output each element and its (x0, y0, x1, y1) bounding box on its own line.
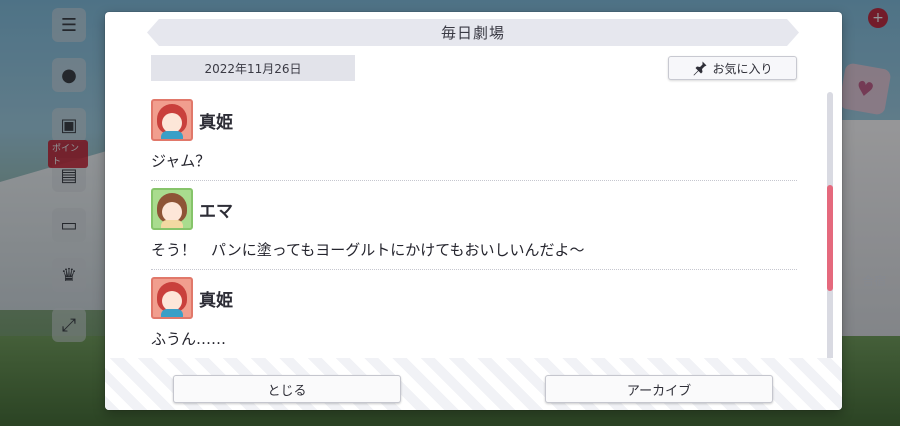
conversation-list[interactable]: 真姫 ジャム？ エマ そう！ パンに塗ってもヨーグルトにかけてもおいしいんだよ～… (151, 98, 797, 370)
close-button[interactable]: とじる (173, 375, 401, 403)
date-label: 2022年11月26日 (151, 55, 355, 81)
avatar (151, 99, 193, 141)
favorite-button[interactable]: お気に入り (668, 56, 797, 80)
message-text: そう！ パンに塗ってもヨーグルトにかけてもおいしいんだよ～ (151, 241, 585, 259)
speaker-row: エマ (151, 187, 797, 231)
speaker-name: エマ (199, 201, 233, 222)
dialog-title-bar: 毎日劇場 (147, 19, 799, 46)
speaker-row: 真姫 (151, 98, 797, 142)
scrollbar-thumb[interactable] (827, 185, 833, 291)
speaker-row: 真姫 (151, 276, 797, 320)
message-item: 真姫 ジャム？ (151, 98, 797, 181)
favorite-label: お気に入り (712, 61, 773, 76)
message-item: 真姫 ふうん…… (151, 270, 797, 358)
speaker-name: 真姫 (199, 112, 233, 133)
pin-icon (693, 61, 707, 76)
message-item: エマ そう！ パンに塗ってもヨーグルトにかけてもおいしいんだよ～ (151, 181, 797, 270)
speaker-name: 真姫 (199, 290, 233, 311)
scrollbar[interactable] (827, 92, 833, 368)
avatar (151, 277, 193, 319)
message-text: ジャム？ (151, 152, 211, 170)
daily-theater-dialog: 毎日劇場 2022年11月26日 お気に入り 真姫 ジャム？ エマ そう！ パン… (105, 12, 842, 410)
avatar (151, 188, 193, 230)
dialog-title: 毎日劇場 (440, 24, 505, 42)
message-text: ふうん…… (151, 330, 227, 348)
archive-button[interactable]: アーカイブ (545, 375, 773, 403)
